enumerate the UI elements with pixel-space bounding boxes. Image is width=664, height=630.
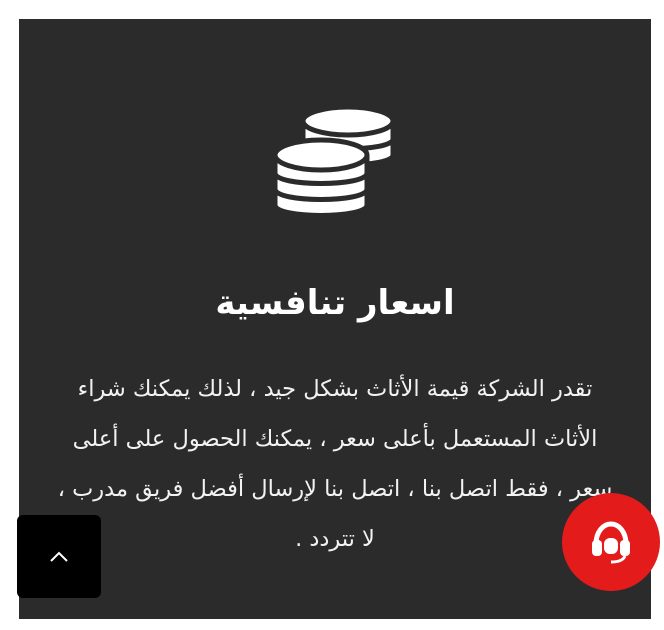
support-chat-button[interactable] bbox=[562, 493, 660, 591]
feature-description: تقدر الشركة قيمة الأثاث بشكل جيد ، لذلك … bbox=[57, 376, 613, 552]
coins-icon bbox=[272, 89, 425, 229]
scroll-to-top-button[interactable] bbox=[17, 515, 101, 598]
feature-title: اسعار تنافسية bbox=[215, 283, 455, 323]
feature-card: اسعار تنافسية تقدر الشركة قيمة الأثاث بش… bbox=[19, 19, 651, 619]
chevron-up-icon bbox=[50, 551, 68, 562]
headset-icon bbox=[592, 521, 630, 564]
